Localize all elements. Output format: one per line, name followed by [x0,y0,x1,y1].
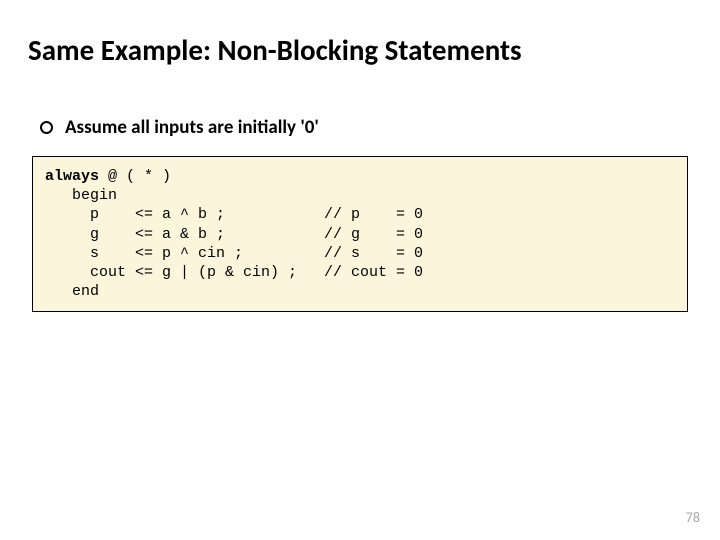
code-keyword-always: always [45,168,99,185]
slide-title: Same Example: Non-Blocking Statements [28,32,522,68]
bullet-text: Assume all inputs are initially '0' [65,116,319,139]
code-block: always @ ( * ) begin p <= a ^ b ; // p =… [32,156,688,312]
page-number: 78 [686,509,700,526]
code-line-7: end [45,283,99,300]
slide: Same Example: Non-Blocking Statements As… [0,0,720,540]
code-line-3: p <= a ^ b ; // p = 0 [45,206,423,223]
code-line-5: s <= p ^ cin ; // s = 0 [45,245,423,262]
code-line-2: begin [45,187,117,204]
bullet-item: Assume all inputs are initially '0' [40,116,319,139]
code-line-1b: @ ( * ) [99,168,171,185]
code-line-4: g <= a & b ; // g = 0 [45,226,423,243]
code-line-6: cout <= g | (p & cin) ; // cout = 0 [45,264,423,281]
bullet-icon [40,121,53,134]
